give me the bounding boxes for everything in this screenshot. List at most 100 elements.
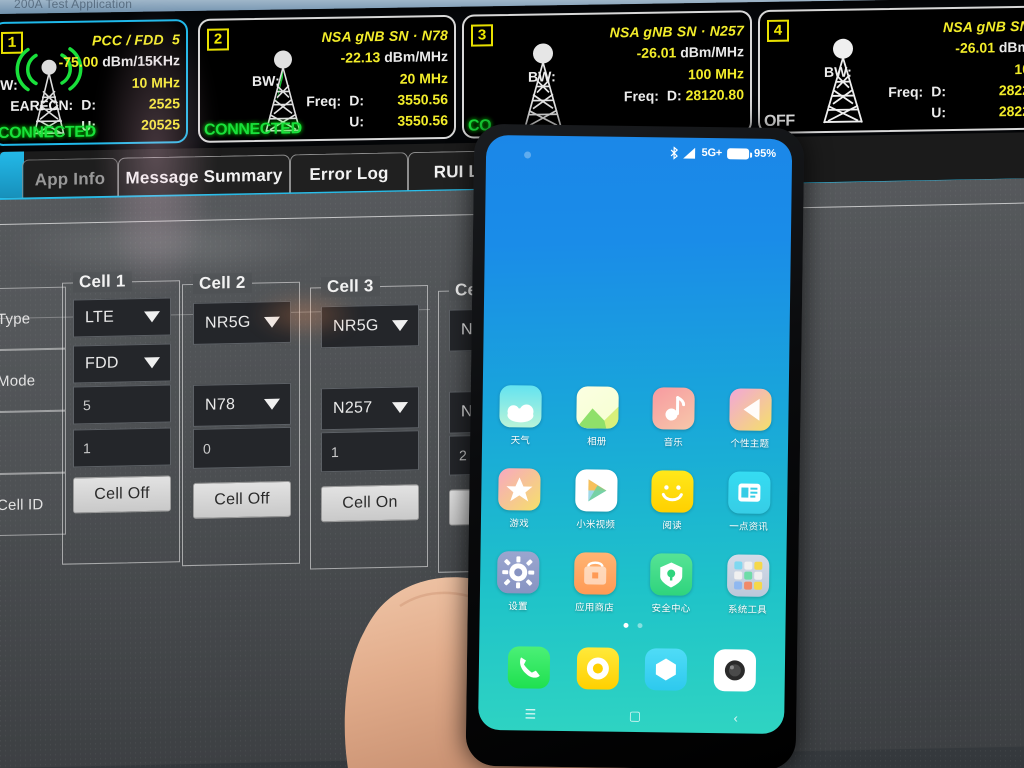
panel-power: -26.01 dBm bbox=[955, 39, 1024, 57]
cell2-tech-select[interactable]: NR5G bbox=[193, 300, 291, 345]
cell3-tech-select[interactable]: NR5G bbox=[321, 304, 419, 349]
app-system-tools[interactable]: 系统工具 bbox=[709, 554, 786, 616]
panel-title: NSA gNB SN · N78 bbox=[321, 26, 448, 45]
settings-gear-icon bbox=[497, 551, 540, 594]
cell1-band-input[interactable]: 5 bbox=[73, 384, 171, 425]
chevron-down-icon bbox=[144, 357, 160, 369]
weather-icon bbox=[499, 385, 543, 428]
cell3-cellid-input[interactable]: 1 bbox=[321, 430, 419, 473]
app-label: 天气 bbox=[510, 435, 531, 447]
signal-panel-4[interactable]: 4 NSA gNB SN -26.01 dBm BW: 10 Freq: D: … bbox=[758, 5, 1024, 135]
chevron-down-icon bbox=[392, 401, 408, 414]
panel-freq-d-row: EARFCN: D: 2525 bbox=[10, 94, 180, 114]
panel-number-badge: 4 bbox=[767, 19, 789, 42]
phone-screen[interactable]: 5G+ 95% 天气 相册 音乐 个性主题 游戏 小米视频 阅读 一点资讯 设置… bbox=[478, 134, 793, 735]
phone-dock bbox=[479, 646, 786, 692]
label-blank bbox=[0, 410, 66, 476]
cell3-band-select[interactable]: N257 bbox=[321, 386, 419, 431]
cell1-mode-select[interactable]: FDD bbox=[73, 343, 171, 384]
tab-app-info[interactable]: App Info bbox=[22, 157, 118, 200]
panel-power: -75.00 dBm/15KHz bbox=[58, 52, 180, 71]
chevron-down-icon bbox=[264, 316, 280, 328]
yidian-news-icon bbox=[727, 471, 771, 514]
camera-icon[interactable] bbox=[713, 649, 756, 692]
app-label: 设置 bbox=[508, 601, 528, 613]
cell2-band-select[interactable]: N78 bbox=[193, 382, 291, 427]
battery-percent-label: 95% bbox=[753, 147, 777, 160]
panel-freq-d-row: Freq: D: 28120.80 bbox=[528, 84, 744, 109]
cell2-cellid-input[interactable]: 0 bbox=[193, 426, 291, 469]
chevron-down-icon bbox=[144, 311, 160, 323]
app-label: 阅读 bbox=[662, 520, 682, 532]
app-security[interactable]: 安全中心 bbox=[633, 553, 710, 615]
app-label: 游戏 bbox=[509, 518, 529, 530]
app-label: 系统工具 bbox=[728, 604, 767, 616]
panel-freq-d-row: Freq: D: 3550.56 bbox=[306, 90, 448, 109]
app-store[interactable]: 应用商店 bbox=[556, 552, 633, 614]
themes-icon bbox=[728, 388, 772, 431]
smartphone[interactable]: 5G+ 95% 天气 相册 音乐 个性主题 游戏 小米视频 阅读 一点资讯 设置… bbox=[465, 123, 805, 768]
cell1-tech-select[interactable]: LTE bbox=[73, 297, 171, 338]
app-yidian-news[interactable]: 一点资讯 bbox=[710, 471, 787, 533]
app-themes[interactable]: 个性主题 bbox=[711, 388, 788, 450]
app-settings[interactable]: 设置 bbox=[480, 551, 557, 613]
cell-group-1: Cell 1 LTE FDD 5 1 Cell Off bbox=[62, 271, 180, 565]
panel-title: PCC / FDD 5 bbox=[92, 31, 180, 49]
page-dot[interactable] bbox=[636, 623, 643, 629]
page-dot[interactable] bbox=[622, 622, 629, 628]
signal-panel-3[interactable]: 3 NSA gNB SN · N257 -26.01 dBm/MHz BW: 1… bbox=[462, 10, 752, 139]
back-icon[interactable]: ‹ bbox=[733, 710, 738, 725]
panel-status-badge: CONNECTED bbox=[204, 120, 302, 139]
cell3-toggle-button[interactable]: Cell On bbox=[321, 484, 419, 523]
label-type: Type bbox=[0, 286, 66, 352]
panel-number-badge: 2 bbox=[207, 28, 229, 51]
app-reading[interactable]: 阅读 bbox=[634, 470, 711, 532]
cell1-button-label: Cell Off bbox=[94, 484, 150, 504]
panel-bandwidth-row: BW: 20 MHz bbox=[252, 69, 448, 89]
signal-panel-2[interactable]: 2 NSA gNB SN · N78 -22.13 dBm/MHz BW: 20… bbox=[198, 14, 456, 143]
cell3-cellid-value: 1 bbox=[331, 443, 339, 461]
parameter-label-column: Type Mode Cell ID bbox=[0, 286, 66, 538]
app-label: 音乐 bbox=[663, 437, 684, 449]
active-tab-accent bbox=[0, 151, 24, 198]
phone-dialer-icon[interactable] bbox=[507, 646, 551, 689]
app-weather[interactable]: 天气 bbox=[482, 385, 559, 447]
cell4-cellid-value: 2 bbox=[459, 447, 467, 464]
panel-fields: PCC / FDD 5 -75.00 dBm/15KHz BW: 10 MHz … bbox=[0, 29, 180, 138]
app-mi-video[interactable]: 小米视频 bbox=[557, 469, 634, 531]
panel-fields: NSA gNB SN -26.01 dBm BW: 10 Freq: D: 28… bbox=[824, 16, 1024, 126]
cell1-cellid-value: 1 bbox=[83, 440, 91, 457]
chevron-down-icon bbox=[264, 398, 280, 410]
cell2-tech-value: NR5G bbox=[205, 313, 251, 332]
cell1-toggle-button[interactable]: Cell Off bbox=[73, 475, 171, 514]
app-games[interactable]: 游戏 bbox=[481, 468, 558, 530]
panel-status-badge: CONNECTED bbox=[0, 123, 96, 143]
cell-group-title: Cell 3 bbox=[321, 276, 380, 298]
signal-panel-1[interactable]: 1 PCC / FDD 5 -75.00 dBm/15KHz BW: 10 MH… bbox=[0, 19, 188, 147]
label-mode: Mode bbox=[0, 348, 66, 414]
tab-error-log[interactable]: Error Log bbox=[290, 152, 408, 195]
security-shield-icon bbox=[650, 553, 693, 596]
chevron-down-icon bbox=[392, 319, 408, 332]
tab-label: Error Log bbox=[309, 163, 389, 184]
music-icon bbox=[652, 387, 696, 430]
cell2-button-label: Cell Off bbox=[214, 490, 270, 509]
tab-message-summary[interactable]: Message Summary bbox=[118, 154, 290, 198]
label-cell-id: Cell ID bbox=[0, 472, 66, 538]
cell1-cellid-input[interactable]: 1 bbox=[73, 427, 171, 468]
panel-power: -22.13 dBm/MHz bbox=[340, 48, 448, 66]
cell3-band-value: N257 bbox=[333, 399, 373, 418]
browser-icon[interactable] bbox=[644, 648, 688, 691]
app-gallery[interactable]: 相册 bbox=[558, 386, 635, 448]
games-icon bbox=[498, 468, 541, 511]
cell2-band-value: N78 bbox=[205, 396, 236, 414]
app-music[interactable]: 音乐 bbox=[635, 387, 712, 449]
recents-icon[interactable]: ☰ bbox=[524, 706, 536, 722]
messages-icon[interactable] bbox=[576, 647, 619, 690]
cell2-toggle-button[interactable]: Cell Off bbox=[193, 480, 291, 519]
app-label: 应用商店 bbox=[575, 602, 614, 614]
wall-title-text: 200A Test Application bbox=[14, 0, 133, 11]
panel-freq-d-value: D: 28120.80 bbox=[666, 86, 744, 104]
home-icon[interactable]: ▢ bbox=[629, 708, 642, 724]
cell-group-title: Cell 2 bbox=[193, 272, 252, 294]
